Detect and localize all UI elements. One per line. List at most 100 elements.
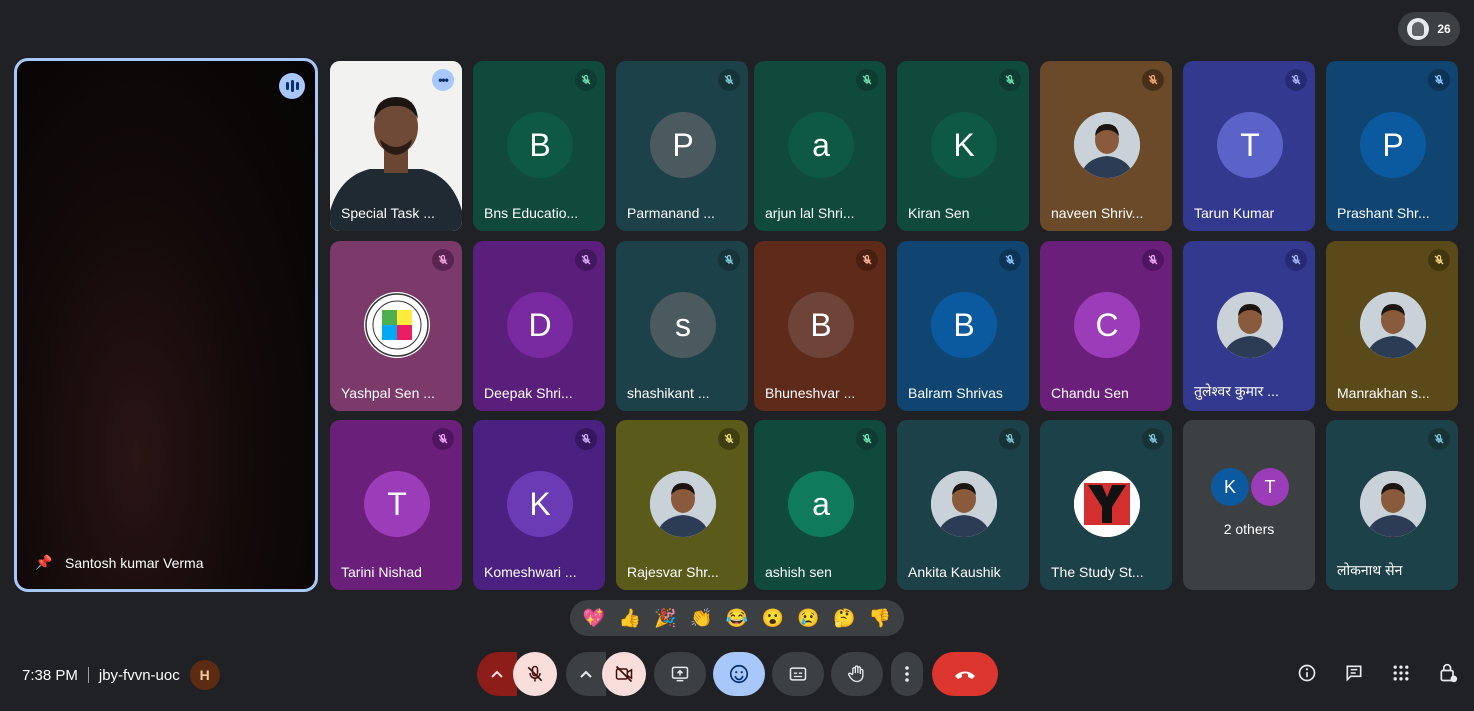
leave-call-button[interactable]	[932, 652, 998, 696]
mic-off-icon	[432, 428, 454, 450]
camera-options-button[interactable]	[566, 652, 606, 696]
present-icon	[671, 666, 689, 682]
mic-off-icon	[575, 69, 597, 91]
participant-tile[interactable]: naveen Shriv...	[1040, 61, 1172, 231]
avatar-logo	[1074, 471, 1140, 537]
participant-tile[interactable]: P Parmanand ...	[616, 61, 748, 231]
reaction-emoji[interactable]: 😂	[726, 608, 748, 629]
participant-name: Deepak Shri...	[484, 385, 573, 401]
mic-off-icon	[1428, 249, 1450, 271]
more-options-button[interactable]	[891, 652, 923, 696]
microphone-off-button[interactable]	[513, 652, 557, 696]
participant-tile[interactable]: D Deepak Shri...	[473, 241, 605, 411]
participant-tile[interactable]: Rajesvar Shr...	[616, 420, 748, 590]
activities-icon[interactable]	[1390, 662, 1412, 684]
participant-name: Prashant Shr...	[1337, 205, 1430, 221]
reaction-bar: 💖 👍 🎉 👏 😂 😮 😢 🤔 👎	[570, 600, 904, 636]
participant-tile[interactable]: T Tarun Kumar	[1183, 61, 1315, 231]
avatar-photo	[1360, 292, 1426, 358]
mic-off-icon	[718, 249, 740, 271]
others-avatars: K T	[1211, 468, 1289, 506]
mic-off-icon	[1285, 69, 1307, 91]
avatar-initial: K	[931, 112, 997, 178]
participant-tile[interactable]: The Study St...	[1040, 420, 1172, 590]
participant-name: Tarun Kumar	[1194, 205, 1275, 221]
raise-hand-button[interactable]	[831, 652, 883, 696]
participant-tile[interactable]: a ashish sen	[754, 420, 886, 590]
participant-tile[interactable]: T Tarini Nishad	[330, 420, 462, 590]
participant-tile[interactable]: C Chandu Sen	[1040, 241, 1172, 411]
participant-name: तुलेश्वर कुमार ...	[1194, 383, 1279, 399]
participant-tile[interactable]: K Kiran Sen	[897, 61, 1029, 231]
mic-off-icon	[1142, 249, 1164, 271]
participant-tile[interactable]: लोकनाथ सेन	[1326, 420, 1458, 590]
chat-icon[interactable]	[1343, 662, 1365, 684]
avatar-photo	[1217, 292, 1283, 358]
captions-button[interactable]	[772, 652, 824, 696]
avatar-photo	[1074, 112, 1140, 178]
reaction-emoji[interactable]: 😢	[797, 608, 819, 629]
people-count-button[interactable]: 26	[1398, 12, 1460, 46]
side-panel-toggles	[1296, 662, 1459, 684]
mic-off-icon	[527, 665, 543, 682]
avatar-initial: a	[788, 471, 854, 537]
mic-off-icon	[1142, 69, 1164, 91]
participant-name: ashish sen	[765, 564, 832, 580]
mic-options-button[interactable]	[477, 652, 517, 696]
reaction-emoji[interactable]: 👏	[690, 608, 712, 629]
mic-off-icon	[856, 69, 878, 91]
camera-off-button[interactable]	[602, 652, 646, 696]
mic-off-icon	[1428, 69, 1450, 91]
reaction-emoji[interactable]: 👍	[618, 608, 640, 629]
avatar-initial: a	[788, 112, 854, 178]
participant-name: Special Task ...	[341, 205, 435, 221]
captions-icon	[789, 667, 807, 681]
more-options-icon[interactable]: •••	[432, 69, 454, 91]
participant-name: Ankita Kaushik	[908, 564, 1001, 580]
participant-tile[interactable]: P Prashant Shr...	[1326, 61, 1458, 231]
pin-icon: 📌	[35, 554, 53, 570]
mic-off-icon	[856, 428, 878, 450]
avatar-initial: B	[507, 112, 573, 178]
participant-tile[interactable]: K Komeshwari ...	[473, 420, 605, 590]
mic-off-icon	[1142, 428, 1164, 450]
avatar-initial: B	[931, 292, 997, 358]
participant-name: Yashpal Sen ...	[341, 385, 435, 401]
participant-tile[interactable]: s shashikant ...	[616, 241, 748, 411]
present-screen-button[interactable]	[654, 652, 706, 696]
participant-name: Komeshwari ...	[484, 564, 577, 580]
participant-tile[interactable]: Yashpal Sen ...	[330, 241, 462, 411]
reaction-emoji[interactable]: 😮	[762, 608, 784, 629]
spotlight-tile[interactable]: 📌 Santosh kumar Verma	[14, 58, 318, 592]
hand-icon	[847, 665, 864, 683]
reaction-emoji[interactable]: 🎉	[654, 608, 676, 629]
host-lock-icon[interactable]	[1437, 662, 1459, 684]
reaction-emoji[interactable]: 🤔	[833, 608, 855, 629]
participant-tile[interactable]: K T 2 others	[1183, 420, 1315, 590]
reactions-button[interactable]	[713, 652, 765, 696]
people-count-label: 26	[1437, 22, 1451, 36]
avatar-initial: P	[1360, 112, 1426, 178]
participant-tile[interactable]: B Bhuneshvar ...	[754, 241, 886, 411]
info-icon[interactable]	[1296, 662, 1318, 684]
avatar-photo	[931, 471, 997, 537]
participant-name: लोकनाथ सेन	[1337, 562, 1403, 578]
participant-tile[interactable]: B Balram Shrivas	[897, 241, 1029, 411]
control-bar	[0, 652, 1474, 696]
participant-name: Bns Educatio...	[484, 205, 579, 221]
reaction-emoji[interactable]: 👎	[869, 608, 891, 629]
participant-tile[interactable]: तुलेश्वर कुमार ...	[1183, 241, 1315, 411]
camera-off-icon	[615, 665, 633, 683]
reaction-emoji[interactable]: 💖	[583, 608, 605, 629]
participant-tile[interactable]: B Bns Educatio...	[473, 61, 605, 231]
spotlight-name: Santosh kumar Verma	[65, 555, 204, 571]
participant-tile[interactable]: Ankita Kaushik	[897, 420, 1029, 590]
participant-tile[interactable]: a arjun lal Shri...	[754, 61, 886, 231]
participant-name: Balram Shrivas	[908, 385, 1003, 401]
participants-icon	[1407, 18, 1430, 40]
participant-name: Parmanand ...	[627, 205, 715, 221]
participant-tile[interactable]: ••• Special Task ...	[330, 61, 462, 231]
participant-name: Manrakhan s...	[1337, 385, 1430, 401]
avatar-initial: C	[1074, 292, 1140, 358]
participant-tile[interactable]: Manrakhan s...	[1326, 241, 1458, 411]
